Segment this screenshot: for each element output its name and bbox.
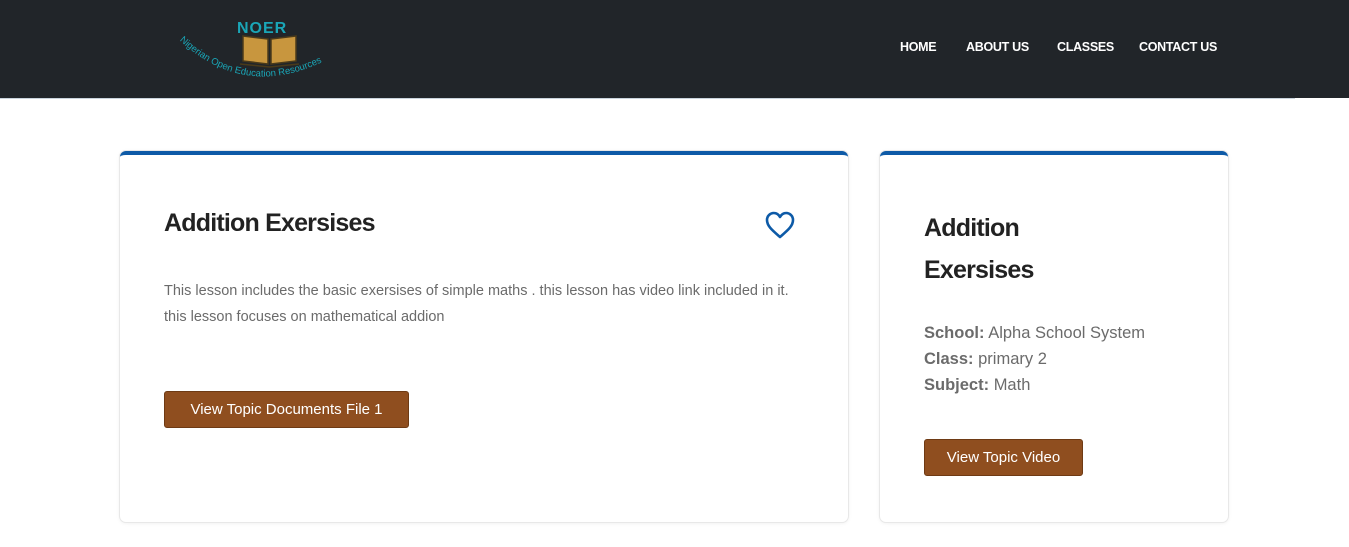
school-label: School: — [924, 324, 985, 342]
subject-label: Subject: — [924, 376, 990, 394]
class-value: primary 2 — [978, 350, 1047, 368]
details-title: Addition Exersises — [924, 214, 1034, 284]
view-video-button[interactable]: View Topic Video — [924, 439, 1083, 476]
main-nav: HOME ABOUT US CLASSES CONTACT US — [0, 40, 1349, 56]
lesson-title: Addition Exersises — [164, 209, 375, 237]
subject-value: Math — [993, 376, 1031, 394]
nav-home[interactable]: HOME — [900, 40, 937, 54]
lesson-description: This lesson includes the basic exersises… — [164, 283, 789, 325]
school-row: School: Alpha School System — [924, 320, 1214, 346]
lesson-card: Addition Exersises This lesson includes … — [120, 151, 848, 522]
nav-about-us[interactable]: ABOUT US — [966, 40, 1029, 54]
subject-row: Subject: Math — [924, 372, 1214, 398]
view-documents-button[interactable]: View Topic Documents File 1 — [164, 391, 409, 428]
nav-classes[interactable]: CLASSES — [1057, 40, 1114, 54]
logo-title: NOER — [237, 20, 287, 37]
school-value: Alpha School System — [988, 324, 1146, 342]
nav-contact-us[interactable]: CONTACT US — [1139, 40, 1217, 54]
lesson-meta: School: Alpha School System Class: prima… — [924, 320, 1214, 398]
class-row: Class: primary 2 — [924, 346, 1214, 372]
navbar-divider — [0, 98, 1295, 99]
top-navbar: NOER Nigerian Open Education Resources H… — [0, 0, 1349, 98]
heart-outline-icon[interactable] — [764, 210, 796, 240]
lesson-details-card: Addition Exersises School: Alpha School … — [880, 151, 1228, 522]
class-label: Class: — [924, 350, 974, 368]
